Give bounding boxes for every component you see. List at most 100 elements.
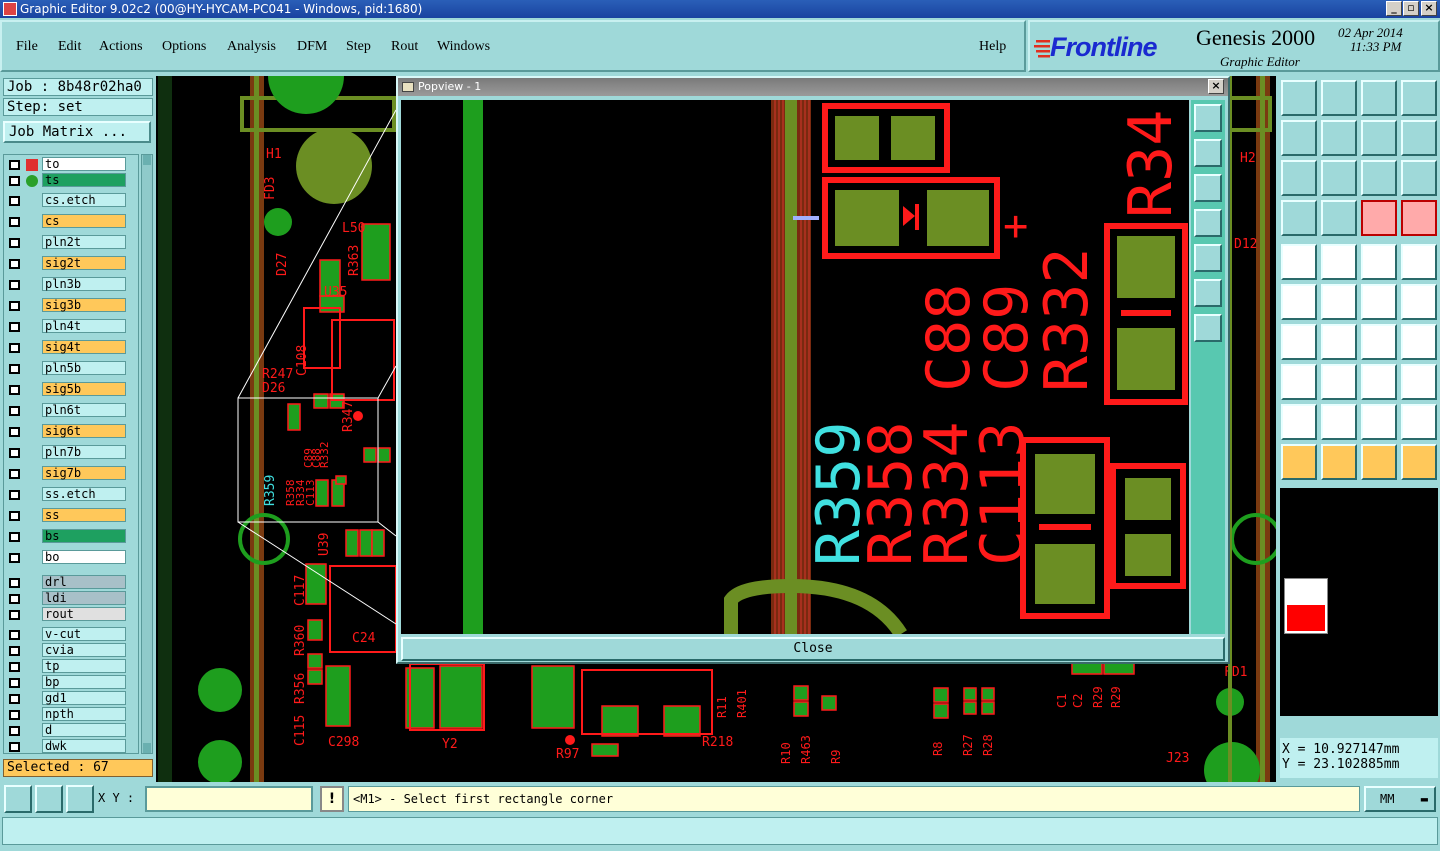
layer-row-pln4t[interactable]: pln4t <box>6 319 128 334</box>
layer-row-sig5b[interactable]: sig5b <box>6 382 128 397</box>
layer-name[interactable]: sig4t <box>42 340 126 354</box>
layer-name[interactable]: to <box>42 157 126 171</box>
layer-name[interactable]: bs <box>42 529 126 543</box>
menu-analysis[interactable]: Analysis <box>227 39 276 55</box>
menu-options[interactable]: Options <box>162 39 206 55</box>
popview-close-x-button[interactable]: × <box>1208 79 1224 94</box>
menu-file[interactable]: File <box>16 39 38 55</box>
layer-name[interactable]: sig2t <box>42 256 126 270</box>
layer-name[interactable]: rout <box>42 607 126 621</box>
angle-icon[interactable] <box>1281 324 1317 360</box>
layer-row-cs[interactable]: cs <box>6 214 128 229</box>
select-alt-icon[interactable] <box>1361 444 1397 480</box>
layer-list-scrollbar[interactable] <box>141 154 153 754</box>
center-icon[interactable] <box>1321 160 1357 196</box>
layer-checkbox[interactable] <box>9 578 20 588</box>
minimap-view-rect[interactable] <box>1287 605 1325 631</box>
popview-zoom-out-icon[interactable] <box>1194 174 1222 202</box>
layer-row-v-cut[interactable]: v-cut <box>6 627 128 642</box>
layer-checkbox[interactable] <box>9 217 20 227</box>
layer-checkbox[interactable] <box>9 726 20 736</box>
pointer-icon[interactable] <box>1281 444 1317 480</box>
layer-name[interactable]: cvia <box>42 643 126 657</box>
layer-name[interactable]: v-cut <box>42 627 126 641</box>
layer-checkbox[interactable] <box>9 301 20 311</box>
scale-1-2-icon[interactable] <box>1361 160 1397 196</box>
layer-row-sig3b[interactable]: sig3b <box>6 298 128 313</box>
layer-red-alt-icon[interactable] <box>1401 200 1437 236</box>
layer-row-ts[interactable]: ts <box>6 173 128 188</box>
layer-checkbox[interactable] <box>9 196 20 206</box>
swap-icon[interactable] <box>1401 120 1437 156</box>
layer-row-pln3b[interactable]: pln3b <box>6 277 128 292</box>
triangle-icon[interactable] <box>1281 404 1317 440</box>
layer-name[interactable]: gd1 <box>42 691 126 705</box>
layer-checkbox[interactable] <box>9 594 20 604</box>
layer-checkbox[interactable] <box>9 176 20 186</box>
layer-name[interactable]: bo <box>42 550 126 564</box>
scale-icon[interactable] <box>1361 364 1397 400</box>
layer-checkbox[interactable] <box>9 694 20 704</box>
layer-name[interactable]: ts <box>42 173 126 187</box>
menu-actions[interactable]: Actions <box>99 39 143 55</box>
point-icon[interactable] <box>1281 364 1317 400</box>
menu-windows[interactable]: Windows <box>437 39 490 55</box>
popview-zoom-in-icon[interactable] <box>1194 104 1222 132</box>
layer-name[interactable]: ldi <box>42 591 126 605</box>
grid-icon[interactable] <box>66 785 94 813</box>
layer-checkbox[interactable] <box>9 742 20 752</box>
layer-row-bp[interactable]: bp <box>6 675 128 690</box>
overview-minimap[interactable] <box>1280 488 1438 716</box>
popview-titlebar[interactable]: Popview - 1 × <box>398 78 1228 96</box>
open-job-icon[interactable] <box>1281 80 1317 116</box>
layer-row-cvia[interactable]: cvia <box>6 643 128 658</box>
layer-checkbox[interactable] <box>9 385 20 395</box>
layer-row-to[interactable]: to <box>6 157 128 172</box>
layer-name[interactable]: cs <box>42 214 126 228</box>
menu-edit[interactable]: Edit <box>58 39 81 55</box>
tweezers-icon[interactable] <box>1281 200 1317 236</box>
layer-name[interactable]: pln7b <box>42 445 126 459</box>
rectangle-icon[interactable] <box>1321 244 1357 280</box>
layer-name[interactable]: sig7b <box>42 466 126 480</box>
fit-icon[interactable] <box>1281 160 1317 196</box>
layer-name[interactable]: ss.etch <box>42 487 126 501</box>
layer-name[interactable]: pln6t <box>42 403 126 417</box>
layer-checkbox[interactable] <box>9 448 20 458</box>
layer-checkbox[interactable] <box>9 259 20 269</box>
arc-icon[interactable] <box>1361 324 1397 360</box>
layer-checkbox[interactable] <box>9 490 20 500</box>
layer-row-cs.etch[interactable]: cs.etch <box>6 193 128 208</box>
layer-row-sig4t[interactable]: sig4t <box>6 340 128 355</box>
popview-zoomed-board[interactable]: + R34 C88 C89 R332 R358 R334 C113 R359 <box>401 100 1189 634</box>
job-matrix-button[interactable]: Job Matrix ... <box>3 121 151 143</box>
popview-fit-icon[interactable] <box>1194 279 1222 307</box>
layer-row-pln5b[interactable]: pln5b <box>6 361 128 376</box>
ruler-icon[interactable] <box>1361 244 1397 280</box>
line-edit-alt-icon[interactable] <box>1401 284 1437 320</box>
scroll-down-arrow-icon[interactable] <box>143 743 151 753</box>
popview-pan-left-icon[interactable] <box>1194 209 1222 237</box>
layer-checkbox[interactable] <box>9 427 20 437</box>
home-icon[interactable] <box>1361 80 1397 116</box>
exclamation-button[interactable]: ! <box>320 786 344 812</box>
window-titlebar[interactable]: Graphic Editor 9.02c2 (00@HY-HYCAM-PC041… <box>0 0 1440 18</box>
grid-view-icon[interactable] <box>1321 200 1357 236</box>
layer-checkbox[interactable] <box>9 511 20 521</box>
layer-checkbox[interactable] <box>9 280 20 290</box>
snap-icon[interactable] <box>1321 284 1357 320</box>
move-icon[interactable] <box>1281 244 1317 280</box>
layer-name[interactable]: cs.etch <box>42 193 126 207</box>
layer-checkbox[interactable] <box>9 532 20 542</box>
layer-row-drl[interactable]: drl <box>6 575 128 590</box>
layer-checkbox[interactable] <box>9 662 20 672</box>
snap-mode-icon[interactable] <box>4 785 32 813</box>
split-window-icon[interactable] <box>1401 80 1437 116</box>
layer-checkbox[interactable] <box>9 343 20 353</box>
popview-close-button[interactable]: Close <box>401 637 1225 661</box>
layer-checkbox[interactable] <box>9 710 20 720</box>
layer-name[interactable]: pln3b <box>42 277 126 291</box>
layer-row-rout[interactable]: rout <box>6 607 128 622</box>
close-window-button[interactable]: × <box>1421 1 1437 16</box>
line-edit-icon[interactable] <box>1361 284 1397 320</box>
